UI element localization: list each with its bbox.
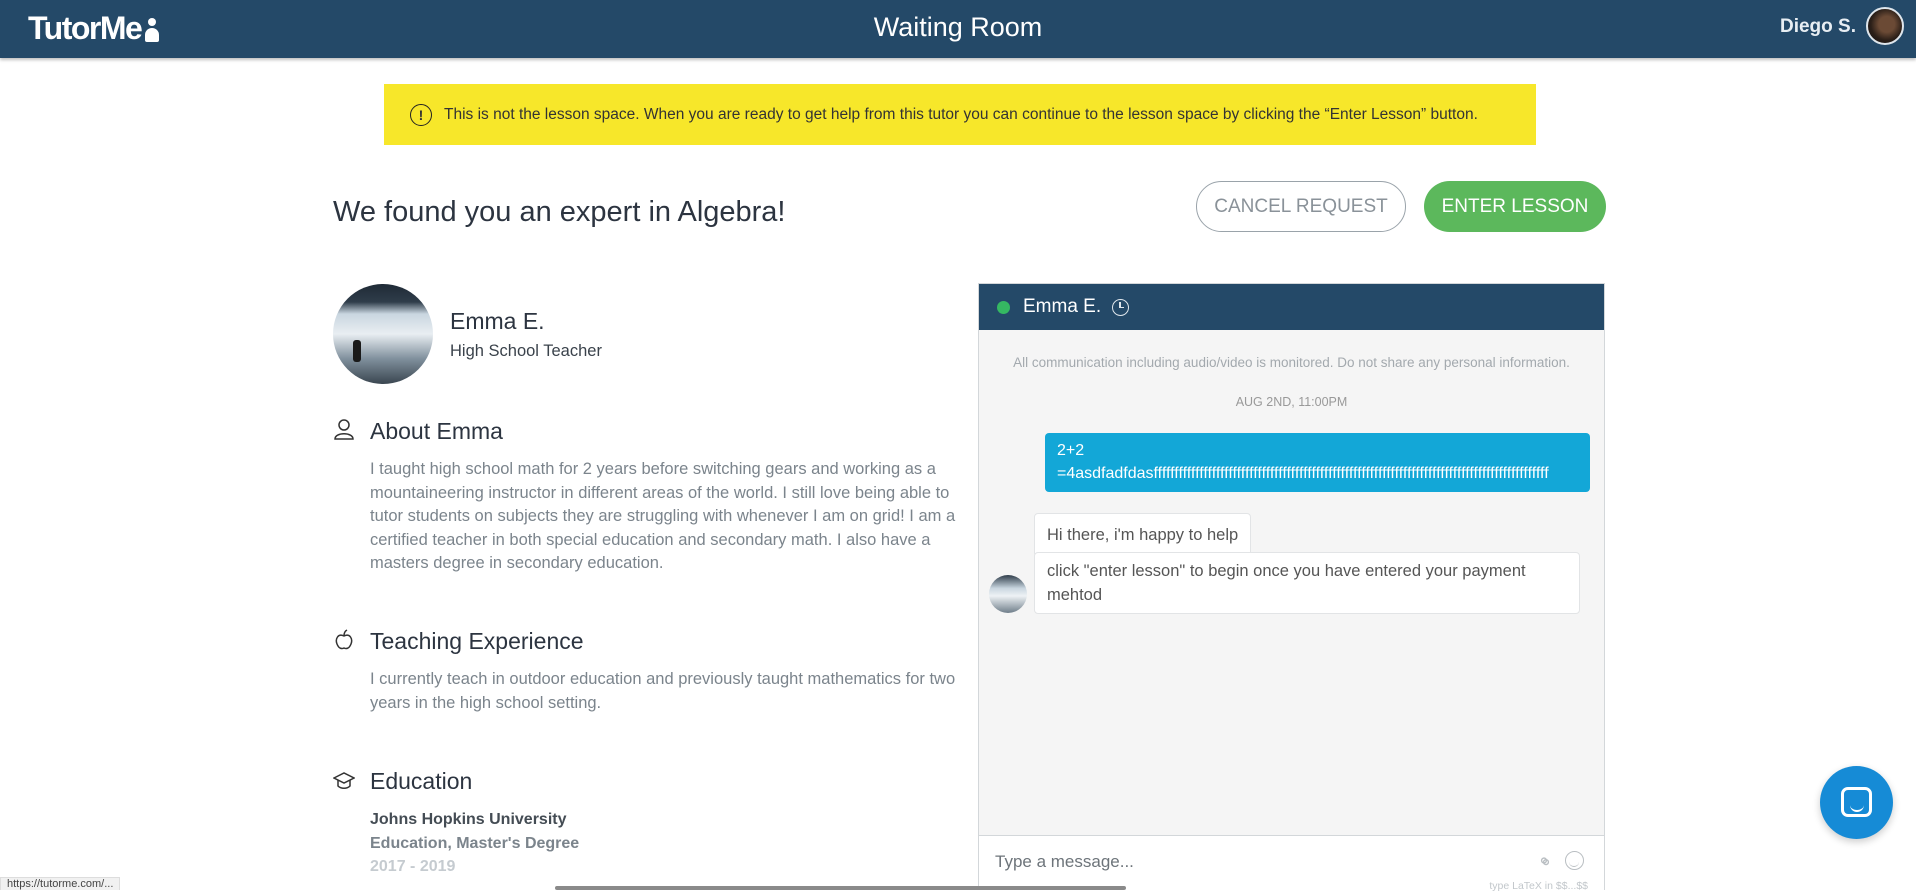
- waiting-room-notice: ! This is not the lesson space. When you…: [384, 84, 1536, 145]
- chat-composer: ⚭ type LaTeX in $$...$$: [979, 835, 1604, 892]
- match-headline: We found you an expert in Algebra!: [333, 196, 786, 228]
- student-message-line: 2+2: [1057, 442, 1085, 459]
- education-school: Johns Hopkins University: [370, 811, 567, 828]
- tutor-message: Hi there, i'm happy to help: [1034, 513, 1252, 557]
- student-message: 2+2 =4asdfadfdasffffffffffffffffffffffff…: [1045, 433, 1590, 492]
- paperclip-icon[interactable]: ⚭: [1532, 849, 1557, 875]
- experience-title: Teaching Experience: [370, 628, 584, 654]
- education-degree: Education, Master's Degree: [370, 835, 580, 852]
- message-date-stamp: AUG 2ND, 11:00PM: [1235, 395, 1348, 409]
- enter-lesson-button[interactable]: ENTER LESSON: [1424, 181, 1606, 232]
- tutor-chat-avatar: [989, 575, 1027, 613]
- chat-tutor-name: Emma E.: [1023, 296, 1102, 317]
- monitoring-notice: All communication including audio/video …: [1013, 355, 1570, 370]
- intercom-launcher-button[interactable]: [1820, 766, 1893, 839]
- user-outline-icon: [334, 419, 354, 440]
- online-status-dot: [997, 300, 1010, 314]
- chat-bubble-icon: [1841, 787, 1872, 817]
- tutor-message: click "enter lesson" to begin once you h…: [1034, 552, 1580, 614]
- latex-hint: type LaTeX in $$...$$: [1489, 880, 1588, 892]
- user-avatar[interactable]: [1866, 7, 1904, 45]
- graduation-cap-icon: [333, 772, 355, 789]
- browser-status-url: https://tutorme.com/...: [0, 877, 121, 890]
- about-title: About Emma: [370, 418, 503, 444]
- tutor-role: High School Teacher: [450, 342, 602, 360]
- notice-text: This is not the lesson space. When you a…: [444, 105, 1478, 123]
- tutor-name: Emma E.: [450, 308, 545, 334]
- chat-header: Emma E.: [979, 284, 1604, 330]
- student-message-line: =4asdfadfdasffffffffffffffffffffffffffff…: [1057, 465, 1549, 482]
- about-text: I taught high school math for 2 years be…: [370, 460, 956, 572]
- horizontal-scrollbar[interactable]: [555, 886, 1126, 890]
- education-years: 2017 - 2019: [370, 858, 456, 875]
- smiley-icon[interactable]: [1565, 851, 1584, 870]
- cancel-request-button[interactable]: CANCEL REQUEST: [1196, 181, 1406, 232]
- clock-icon: [1112, 298, 1130, 316]
- education-title: Education: [370, 768, 473, 794]
- tutor-avatar: [333, 284, 433, 384]
- chat-panel: Emma E. All communication including audi…: [978, 283, 1605, 892]
- apple-icon: [335, 629, 353, 650]
- experience-text: I currently teach in outdoor education a…: [370, 670, 956, 712]
- message-input[interactable]: [995, 850, 1515, 874]
- exclamation-circle-icon: !: [410, 103, 432, 126]
- user-name[interactable]: Diego S.: [1780, 16, 1856, 38]
- top-navigation-bar: TutorMe Waiting Room Diego S.: [0, 0, 1916, 58]
- page-title: Waiting Room: [873, 12, 1043, 42]
